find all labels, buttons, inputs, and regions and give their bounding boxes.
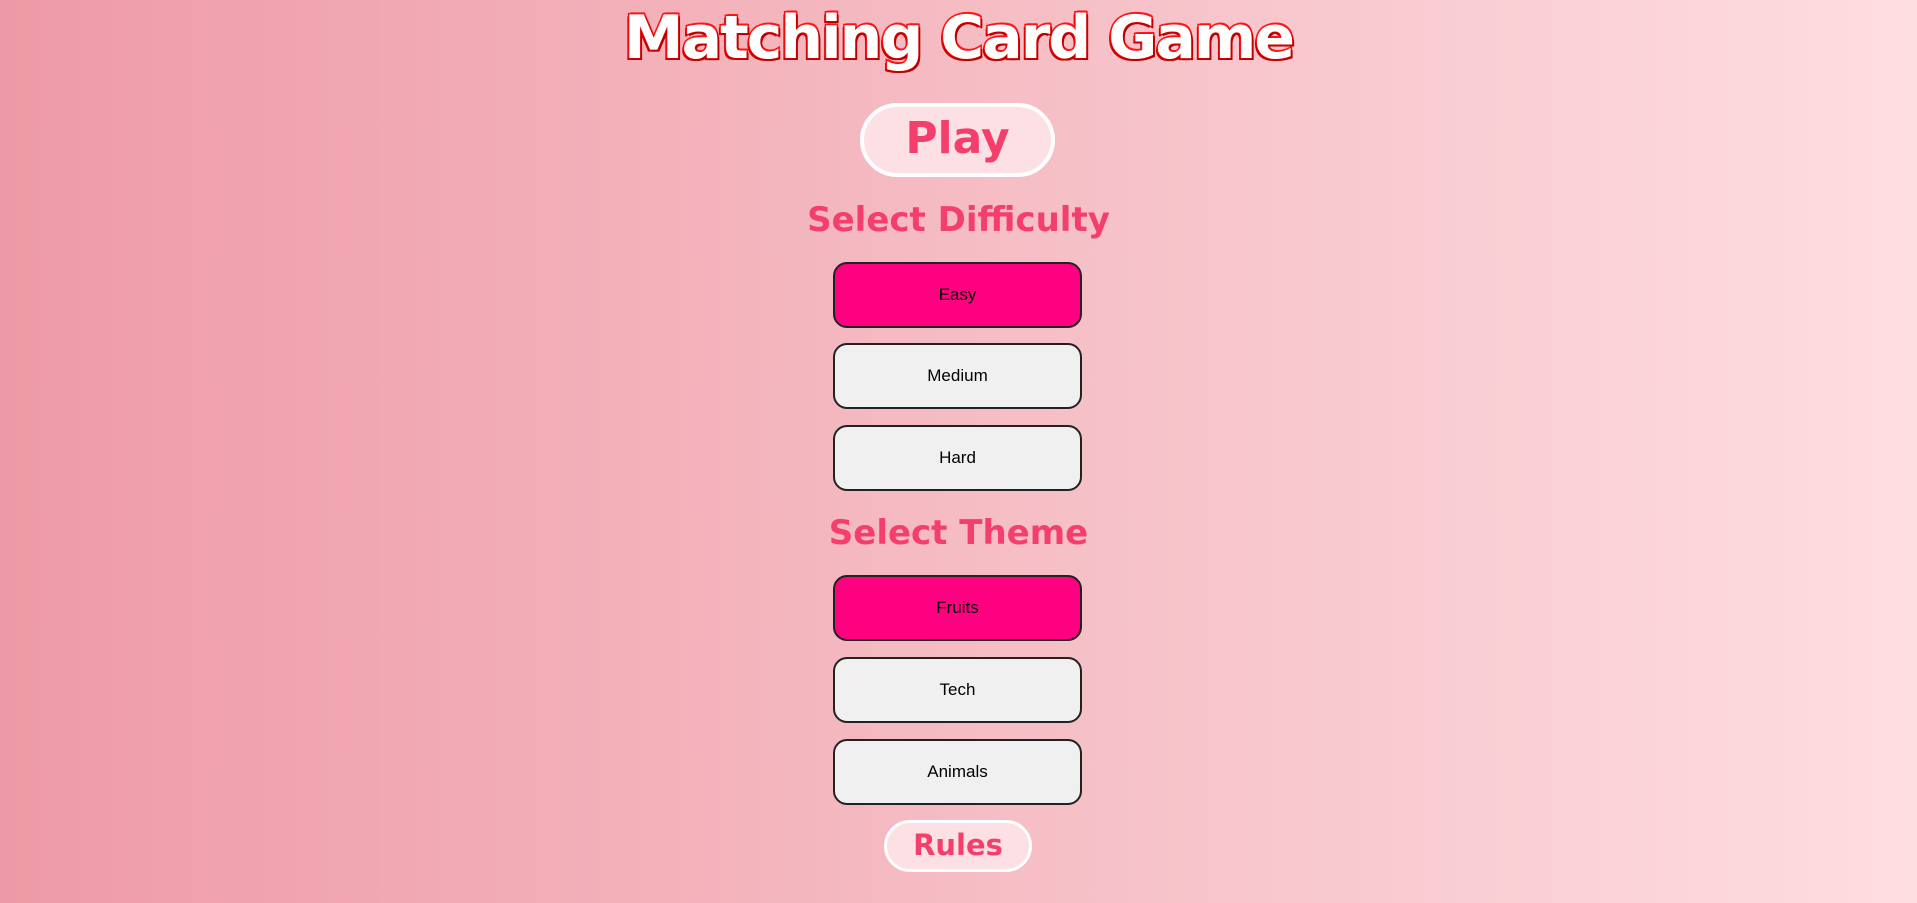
difficulty-medium-button[interactable]: Medium <box>833 343 1082 409</box>
theme-animals-button[interactable]: Animals <box>833 739 1082 805</box>
difficulty-easy-button[interactable]: Easy <box>833 262 1082 328</box>
game-title: Matching Card Game <box>622 2 1296 75</box>
theme-fruits-button[interactable]: Fruits <box>833 575 1082 641</box>
theme-heading: Select Theme <box>828 513 1089 553</box>
difficulty-heading: Select Difficulty <box>807 200 1110 240</box>
theme-tech-button[interactable]: Tech <box>833 657 1082 723</box>
rules-button[interactable]: Rules <box>884 820 1032 872</box>
difficulty-hard-button[interactable]: Hard <box>833 425 1082 491</box>
play-button[interactable]: Play <box>860 103 1055 177</box>
